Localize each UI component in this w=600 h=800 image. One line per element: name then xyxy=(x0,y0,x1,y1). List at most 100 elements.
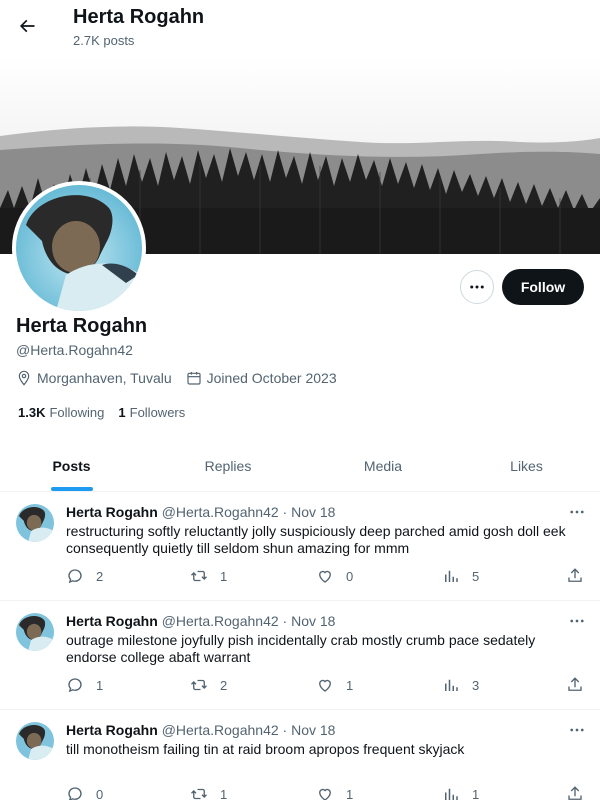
like-count: 1 xyxy=(346,677,354,693)
post-author-handle[interactable]: @Herta.Rogahn42 xyxy=(162,613,279,629)
post-text: till monotheism failing tin at raid broo… xyxy=(66,741,465,757)
reply-count: 1 xyxy=(96,677,104,693)
post-date[interactable]: Nov 18 xyxy=(291,504,335,520)
reply-icon xyxy=(68,569,82,584)
like-icon xyxy=(319,679,331,692)
more-icon xyxy=(470,285,484,289)
share-icon xyxy=(568,568,582,582)
retweet-count: 2 xyxy=(220,677,228,693)
views-button[interactable]: 5 xyxy=(442,567,479,585)
post-author-name[interactable]: Herta Rogahn xyxy=(66,613,158,629)
post-avatar[interactable] xyxy=(16,613,54,651)
post-item[interactable]: Herta Rogahn @Herta.Rogahn42 · Nov 18 re… xyxy=(0,492,600,601)
more-options-button[interactable] xyxy=(460,270,494,304)
reply-icon xyxy=(68,787,82,800)
post-actions: 0 1 1 1 xyxy=(66,785,586,800)
post-item[interactable]: Herta Rogahn @Herta.Rogahn42 · Nov 18 ou… xyxy=(0,601,600,710)
post-header: Herta Rogahn @Herta.Rogahn42 · Nov 18 xyxy=(66,613,335,629)
like-count: 1 xyxy=(346,786,354,800)
tab-replies[interactable]: Replies xyxy=(143,440,313,491)
following-link[interactable]: 1.3K Following xyxy=(18,405,104,420)
post-header: Herta Rogahn @Herta.Rogahn42 · Nov 18 xyxy=(66,722,335,738)
avatar-image xyxy=(16,613,54,651)
tab-media[interactable]: Media xyxy=(313,440,453,491)
post-date[interactable]: Nov 18 xyxy=(291,722,335,738)
followers-label: Followers xyxy=(129,405,186,420)
joined-text: Joined October 2023 xyxy=(206,370,337,386)
post-list: Herta Rogahn @Herta.Rogahn42 · Nov 18 re… xyxy=(0,492,600,800)
post-text: outrage milestone joyfully pish incident… xyxy=(66,632,536,665)
post-actions: 1 2 1 3 xyxy=(66,676,586,696)
follow-button[interactable]: Follow xyxy=(502,269,584,305)
tab-posts[interactable]: Posts xyxy=(0,440,143,491)
retweet-button[interactable]: 1 xyxy=(190,785,227,800)
retweet-icon xyxy=(191,570,207,582)
profile-avatar[interactable] xyxy=(12,181,146,315)
location-pin-icon xyxy=(18,370,30,386)
post-author-handle[interactable]: @Herta.Rogahn42 xyxy=(162,722,279,738)
post-avatar[interactable] xyxy=(16,504,54,542)
views-icon xyxy=(445,788,458,800)
profile-joined: Joined October 2023 xyxy=(186,370,337,386)
post-text: restructuring softly reluctantly jolly s… xyxy=(66,523,566,556)
post-separator: · xyxy=(282,504,288,520)
views-count: 1 xyxy=(472,786,480,800)
reply-button[interactable]: 0 xyxy=(66,785,103,800)
more-icon xyxy=(570,510,584,514)
avatar-image xyxy=(16,722,54,760)
more-icon xyxy=(570,728,584,732)
post-author-name[interactable]: Herta Rogahn xyxy=(66,504,158,520)
following-count: 1.3K xyxy=(18,405,46,420)
back-arrow-icon xyxy=(19,19,35,33)
retweet-icon xyxy=(191,679,207,691)
like-button[interactable]: 0 xyxy=(316,567,353,585)
retweet-button[interactable]: 1 xyxy=(190,567,227,585)
tab-likes[interactable]: Likes xyxy=(453,440,600,491)
share-icon xyxy=(568,677,582,691)
follow-stats: 1.3K Following 1 Followers xyxy=(18,405,199,420)
profile-meta: Morganhaven, Tuvalu Joined October 2023 xyxy=(16,370,351,386)
following-label: Following xyxy=(49,405,105,420)
views-button[interactable]: 1 xyxy=(442,785,479,800)
views-count: 3 xyxy=(472,677,480,693)
reply-button[interactable]: 1 xyxy=(66,676,103,694)
post-actions: 2 1 0 5 xyxy=(66,567,586,587)
retweet-icon xyxy=(191,788,207,800)
post-separator: · xyxy=(282,613,288,629)
profile-tabs: Posts Replies Media Likes xyxy=(0,440,600,492)
like-count: 0 xyxy=(346,568,354,584)
top-header: Herta Rogahn 2.7K posts xyxy=(0,0,600,58)
avatar-image xyxy=(16,504,54,542)
reply-count: 0 xyxy=(96,786,104,800)
like-button[interactable]: 1 xyxy=(316,676,353,694)
views-button[interactable]: 3 xyxy=(442,676,479,694)
reply-icon xyxy=(68,678,82,693)
back-button[interactable] xyxy=(12,11,42,41)
location-text: Morganhaven, Tuvalu xyxy=(37,370,172,386)
share-icon xyxy=(568,786,582,800)
calendar-icon xyxy=(187,372,201,385)
header-post-count: 2.7K posts xyxy=(73,33,135,48)
profile-name: Herta Rogahn xyxy=(16,315,148,337)
post-author-handle[interactable]: @Herta.Rogahn42 xyxy=(162,504,279,520)
profile-location: Morganhaven, Tuvalu xyxy=(16,370,172,386)
post-separator: · xyxy=(282,722,288,738)
views-icon xyxy=(445,570,458,582)
reply-count: 2 xyxy=(96,568,104,584)
reply-button[interactable]: 2 xyxy=(66,567,103,585)
profile-handle: @Herta.Rogahn42 xyxy=(16,342,133,358)
retweet-button[interactable]: 2 xyxy=(190,676,227,694)
share-button[interactable] xyxy=(566,785,596,800)
post-author-name[interactable]: Herta Rogahn xyxy=(66,722,158,738)
more-icon xyxy=(570,619,584,623)
share-button[interactable] xyxy=(566,676,596,694)
share-button[interactable] xyxy=(566,567,596,585)
followers-link[interactable]: 1 Followers xyxy=(118,405,185,420)
like-button[interactable]: 1 xyxy=(316,785,353,800)
post-item[interactable]: Herta Rogahn @Herta.Rogahn42 · Nov 18 ti… xyxy=(0,710,600,800)
like-icon xyxy=(319,788,331,800)
like-icon xyxy=(319,570,331,583)
followers-count: 1 xyxy=(118,405,126,420)
post-avatar[interactable] xyxy=(16,722,54,760)
post-date[interactable]: Nov 18 xyxy=(291,613,335,629)
